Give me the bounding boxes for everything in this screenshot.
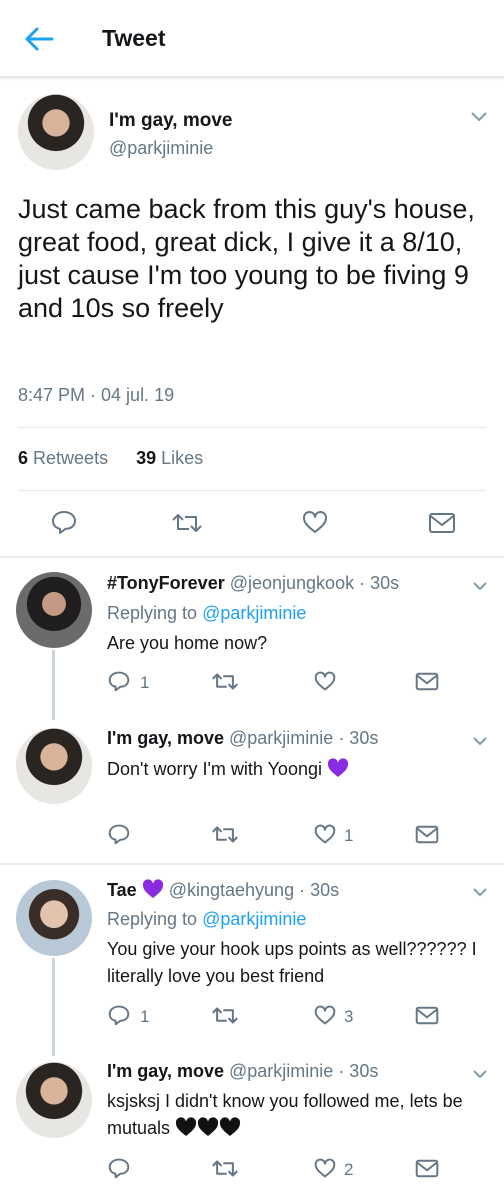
reply-text: You give your hook ups points as well???… [107,939,477,986]
reply-header[interactable]: I'm gay, move @parkjiminie · 30s [107,728,378,749]
thread-line [52,650,55,720]
tweet-author-handle[interactable]: @parkjiminie [109,138,213,159]
retweet-icon[interactable] [211,1158,239,1179]
back-arrow-icon[interactable] [24,26,54,52]
chevron-down-icon[interactable] [472,734,488,746]
replying-to-link[interactable]: @parkjiminie [202,909,306,929]
separator [0,556,504,558]
tweet-timestamp[interactable]: 8:47 PM · 04 jul. 19 [18,385,174,406]
tweet-text: Just came back from this guy's house, gr… [18,194,475,323]
like-icon[interactable] [301,509,329,535]
like-icon[interactable] [313,1157,337,1179]
separator [0,863,504,865]
reply-icon[interactable] [107,1004,131,1026]
reply-icon[interactable] [107,670,131,692]
share-icon[interactable] [415,824,439,845]
share-icon[interactable] [415,671,439,692]
tweet-author-name[interactable]: I'm gay, move [109,110,233,132]
thread-line [52,958,55,1056]
replying-to: Replying to @parkjiminie [107,909,307,929]
avatar[interactable] [16,728,92,804]
avatar[interactable] [16,880,92,956]
purple-heart-emoji [142,879,164,904]
retweet-icon[interactable] [171,511,203,535]
retweet-icon[interactable] [211,671,239,692]
share-icon[interactable] [415,1005,439,1026]
retweet-icon[interactable] [211,1005,239,1026]
avatar[interactable] [18,94,94,170]
divider [18,490,486,491]
top-bar: Tweet [0,0,504,78]
black-heart-emoji [175,1117,241,1145]
retweets-stat[interactable]: 6 Retweets [18,448,108,468]
like-icon[interactable] [313,823,337,845]
purple-heart-emoji [327,758,349,786]
tweet-stats: 6 Retweets 39 Likes [18,448,203,469]
reply-header[interactable]: Tae @kingtaehyung · 30s [107,879,339,904]
chevron-down-icon[interactable] [472,1067,488,1079]
chevron-down-icon[interactable] [472,579,488,591]
share-icon[interactable] [428,511,456,535]
reply-text: ksjsksj I didn't know you followed me, l… [107,1088,492,1145]
like-count: 3 [344,1007,354,1026]
reply-text: Don't worry I'm with Yoongi [107,756,492,786]
like-count: 1 [344,826,354,845]
like-icon[interactable] [313,1004,337,1026]
reply-icon[interactable] [107,1157,131,1179]
retweet-icon[interactable] [211,824,239,845]
reply-count: 1 [140,673,150,692]
reply-icon[interactable] [50,509,78,535]
page-title: Tweet [102,25,166,51]
chevron-down-icon[interactable] [470,110,488,122]
avatar[interactable] [16,1062,92,1138]
reply-text: Are you home now? [107,633,268,653]
reply-count: 1 [140,1007,150,1026]
avatar[interactable] [16,572,92,648]
like-icon[interactable] [313,670,337,692]
share-icon[interactable] [415,1158,439,1179]
reply-header[interactable]: #TonyForever @jeonjungkook · 30s [107,573,399,594]
reply-icon[interactable] [107,823,131,845]
reply-header[interactable]: I'm gay, move @parkjiminie · 30s [107,1061,378,1082]
like-count: 2 [344,1160,354,1179]
chevron-down-icon[interactable] [472,885,488,897]
replying-to: Replying to @parkjiminie [107,603,307,623]
likes-stat[interactable]: 39 Likes [136,448,203,468]
replying-to-link[interactable]: @parkjiminie [202,603,306,623]
divider [18,427,486,428]
